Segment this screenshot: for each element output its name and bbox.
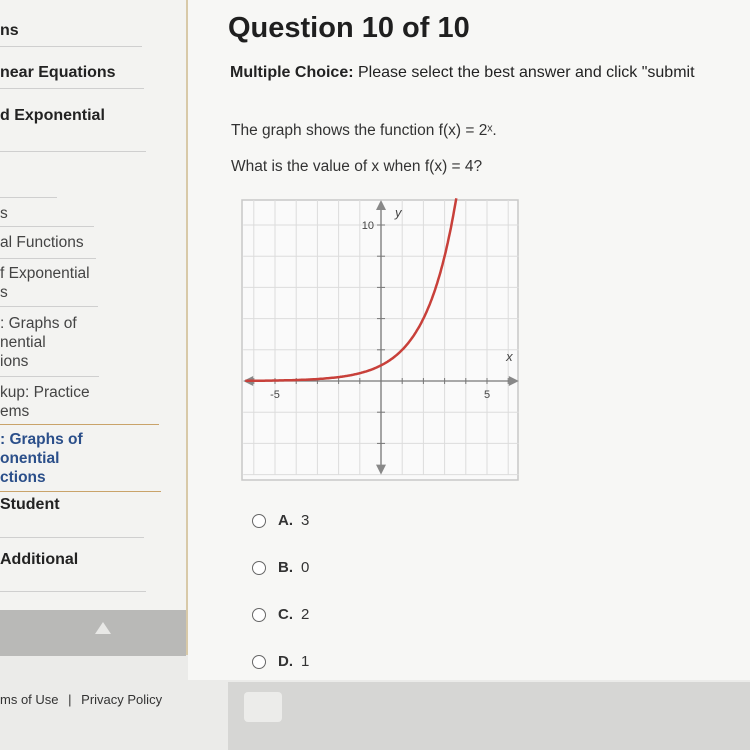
footer-separator: | xyxy=(68,692,72,707)
instructions: Multiple Choice: Please select the best … xyxy=(230,64,695,82)
graph-frame xyxy=(241,199,519,481)
sidebar-item[interactable]: Additional xyxy=(0,550,78,569)
footer: ms of Use | Privacy Policy xyxy=(0,692,168,707)
bottom-toolbar xyxy=(228,682,750,750)
printer-icon[interactable] xyxy=(244,692,282,722)
question-line-2: What is the value of x when f(x) = 4? xyxy=(231,158,483,175)
radio-button[interactable] xyxy=(252,560,266,575)
choice-letter: B. xyxy=(278,559,293,576)
radio-button[interactable] xyxy=(252,654,266,669)
sidebar-item[interactable]: al Functions xyxy=(0,233,84,252)
choice-d[interactable]: D. 1 xyxy=(252,653,309,670)
radio-button[interactable] xyxy=(252,513,266,528)
sidebar-item[interactable]: near Equations xyxy=(0,63,116,82)
terms-link[interactable]: ms of Use xyxy=(0,692,59,707)
sidebar-item[interactable]: s xyxy=(0,204,8,223)
sidebar-item[interactable]: kup: Practice ems xyxy=(0,383,90,421)
x-tick-label: 5 xyxy=(484,389,490,401)
sidebar-item[interactable]: Student xyxy=(0,495,60,514)
question-line-1: The graph shows the function f(x) = 2ˣ. xyxy=(231,122,497,139)
sidebar-item[interactable]: ns xyxy=(0,21,19,40)
choice-c[interactable]: C. 2 xyxy=(252,606,309,623)
arrow-up-icon[interactable] xyxy=(95,622,111,634)
choice-letter: A. xyxy=(278,512,293,529)
radio-button[interactable] xyxy=(252,607,266,622)
choice-value: 1 xyxy=(301,653,310,670)
sidebar-item-active[interactable]: : Graphs of onential ctions xyxy=(0,430,83,487)
sidebar: ns near Equations d Exponential s al Fun… xyxy=(0,0,188,655)
choice-a[interactable]: A. 3 xyxy=(252,512,309,529)
sidebar-item[interactable]: d Exponential xyxy=(0,106,105,125)
x-axis-label: x xyxy=(505,349,513,364)
sidebar-item[interactable]: : Graphs of nential ions xyxy=(0,314,77,371)
choice-value: 0 xyxy=(301,559,310,576)
instruction-text: Please select the best answer and click … xyxy=(353,64,695,81)
choice-value: 3 xyxy=(301,512,310,529)
privacy-link[interactable]: Privacy Policy xyxy=(81,692,162,707)
choice-b[interactable]: B. 0 xyxy=(252,559,309,576)
y-tick-label: 10 xyxy=(362,220,374,232)
function-graph: -5 5 10 x y xyxy=(241,198,519,481)
choice-letter: D. xyxy=(278,653,293,670)
sidebar-item[interactable]: f Exponential s xyxy=(0,264,90,302)
choice-value: 2 xyxy=(301,606,310,623)
instruction-label: Multiple Choice: xyxy=(230,64,354,81)
x-tick-label: -5 xyxy=(270,389,280,401)
sidebar-toolbar xyxy=(0,610,186,656)
page-title: Question 10 of 10 xyxy=(228,12,470,44)
choice-letter: C. xyxy=(278,606,293,623)
